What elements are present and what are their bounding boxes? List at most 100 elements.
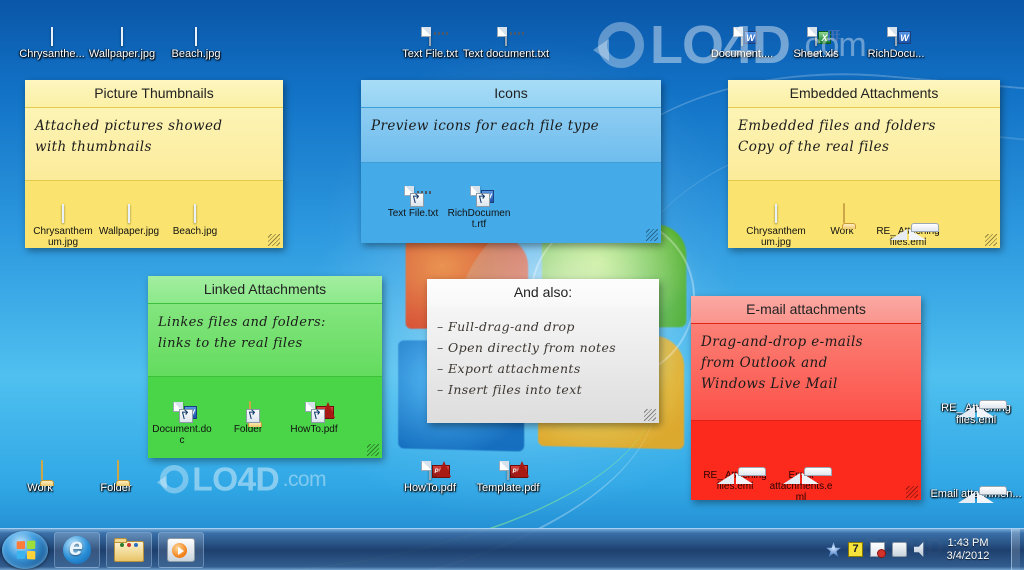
image-thumbnail [194, 204, 196, 223]
note-email-attachments[interactable]: E-mail attachments Drag-and-drop e-mails… [691, 296, 921, 500]
note-attachment-glyph: W [447, 169, 511, 207]
note-attachment-list: WDocument.docFolderPDFHowTo.pdf [148, 377, 382, 450]
note-title: Linked Attachments [148, 276, 382, 303]
system-tray: 7 1:43 PM 3/4/2012 [826, 528, 1024, 570]
show-desktop-button[interactable] [1011, 528, 1020, 570]
note-line: Preview icons for each file type [371, 118, 600, 134]
text-file-icon [505, 27, 524, 46]
note-attachment[interactable]: Folder [216, 385, 280, 446]
taskbar-item-windows-explorer[interactable] [106, 531, 152, 568]
desktop-icon-glyph [928, 360, 1024, 417]
note-title: And also: [427, 279, 659, 306]
note-line: from Outlook and [701, 355, 828, 371]
note-attachment[interactable]: Chrysanthemum.jpg [31, 187, 95, 248]
note-attachment-label: Wallpaper.jpg [98, 226, 160, 237]
action-center-icon[interactable] [826, 542, 841, 557]
pdf-icon: PDF [507, 461, 529, 480]
note-attachment[interactable]: Text File.txt [381, 169, 445, 230]
note-attachment-glyph [744, 187, 808, 223]
folder-icon [114, 537, 144, 562]
note-body: Linkes files and folders: links to the r… [148, 304, 382, 376]
taskbar-item-internet-explorer[interactable] [54, 531, 100, 568]
watermark-lo4d: LO4D .com [156, 460, 327, 498]
excel-sheet-icon: X [815, 27, 840, 46]
desktop-icon-label: Beach.jpg [171, 48, 221, 60]
note-attachment-label: Document.doc [152, 424, 212, 446]
sound-icon[interactable] [914, 542, 924, 557]
note-line: – Insert files into text [437, 382, 583, 397]
resize-grip[interactable] [268, 234, 280, 246]
note-embedded-attachments[interactable]: Embedded Attachments Embedded files and … [728, 80, 1000, 248]
note-body: Drag-and-drop e-mails from Outlook and W… [691, 324, 921, 420]
note-attachment[interactable]: PDFHowTo.pdf [282, 385, 346, 446]
image-thumbnail [195, 27, 197, 46]
note-line: with thumbnails [35, 139, 152, 155]
note-attachment[interactable]: Wallpaper.jpg [97, 187, 161, 248]
desktop-icon[interactable]: RE_ Attaching files.eml [928, 360, 1024, 426]
note-attachment-list: Chrysanthemum.jpg Work RE_ Attaching files… [728, 181, 1000, 248]
note-title: Icons [361, 80, 661, 107]
note-attachment[interactable]: Beach.jpg [163, 187, 227, 248]
word-document-icon: W [179, 402, 197, 423]
note-and-also[interactable]: And also: – Full-drag-and drop – Open di… [427, 279, 659, 423]
resize-grip[interactable] [644, 409, 656, 421]
text-file-icon [429, 27, 448, 46]
clock[interactable]: 1:43 PM 3/4/2012 [936, 537, 1000, 563]
update-icon[interactable]: 7 [848, 542, 863, 557]
desktop-icon-label: RichDocu... [867, 48, 925, 60]
note-attachment[interactable]: Work [810, 187, 874, 248]
desktop-icon[interactable]: Text document.txt [458, 6, 554, 60]
note-attachment[interactable]: WDocument.doc [150, 385, 214, 446]
note-attachment[interactable]: Email attachments.eml [769, 431, 833, 500]
note-icons[interactable]: Icons Preview icons for each file type T… [361, 80, 661, 243]
watermark-ring-icon [156, 464, 189, 494]
note-line: – Full-drag-and drop [437, 319, 575, 334]
note-line: Embedded files and folders [738, 118, 936, 134]
desktop-icon-label: Text document.txt [462, 48, 550, 60]
note-attachment-glyph [876, 187, 940, 240]
note-attachment[interactable]: WRichDocument.rtf [447, 169, 511, 230]
resize-grip[interactable] [367, 444, 379, 456]
note-picture-thumbnails[interactable]: Picture Thumbnails Attached pictures sho… [25, 80, 283, 248]
desktop-icon-glyph: W [848, 6, 944, 46]
note-attachment-label: HowTo.pdf [290, 424, 338, 435]
note-attachment[interactable]: RE_ Attaching files.eml [876, 187, 940, 248]
note-body: Attached pictures showed with thumbnails [25, 108, 283, 180]
pdf-icon: PDF [429, 461, 451, 480]
note-attachment-label: Chrysanthemum.jpg [746, 226, 806, 248]
start-button[interactable] [2, 530, 48, 569]
note-body: Preview icons for each file type [361, 108, 661, 162]
note-attachment-glyph: W [150, 385, 214, 423]
desktop-icon-glyph [458, 6, 554, 46]
resize-grip[interactable] [985, 234, 997, 246]
desktop-icon[interactable]: Email attachmen... [928, 446, 1024, 503]
desktop-icon[interactable]: PDF Template.pdf [460, 440, 556, 494]
network-icon[interactable] [892, 542, 907, 557]
word-document-icon: W [476, 186, 494, 207]
note-attachment-list: Chrysanthemum.jpg Wallpaper.jpg Beach.jpg [25, 181, 283, 248]
note-attachment-glyph [703, 431, 767, 484]
note-attachment-glyph [216, 385, 280, 427]
note-linked-attachments[interactable]: Linked Attachments Linkes files and fold… [148, 276, 382, 458]
media-player-icon [167, 537, 195, 562]
note-title: Embedded Attachments [728, 80, 1000, 107]
note-line: – Open directly from notes [437, 340, 617, 355]
desktop-icon[interactable]: W RichDocu... [848, 6, 944, 60]
note-attachment[interactable]: RE_ Attaching files.eml [703, 431, 767, 500]
note-title: E-mail attachments [691, 296, 921, 323]
note-attachment[interactable]: Chrysanthemum.jpg [744, 187, 808, 248]
note-attachment-glyph [97, 187, 161, 223]
desktop-icon[interactable]: Beach.jpg [148, 6, 244, 60]
taskbar-item-media-player[interactable] [158, 531, 204, 568]
note-line: Copy of the real files [738, 139, 890, 155]
resize-grip[interactable] [646, 229, 658, 241]
resize-grip[interactable] [906, 486, 918, 498]
desktop-icon-label: Template.pdf [476, 482, 540, 494]
flag-alert-icon[interactable] [870, 542, 886, 558]
desktop-icon-glyph [148, 6, 244, 46]
note-body: – Full-drag-and drop – Open directly fro… [427, 306, 659, 418]
note-attachment-glyph [810, 187, 874, 229]
note-body: Embedded files and folders Copy of the r… [728, 108, 1000, 180]
note-attachment-list: Text File.txt WRichDocument.rtf [361, 163, 661, 234]
note-attachment-glyph [769, 431, 833, 484]
